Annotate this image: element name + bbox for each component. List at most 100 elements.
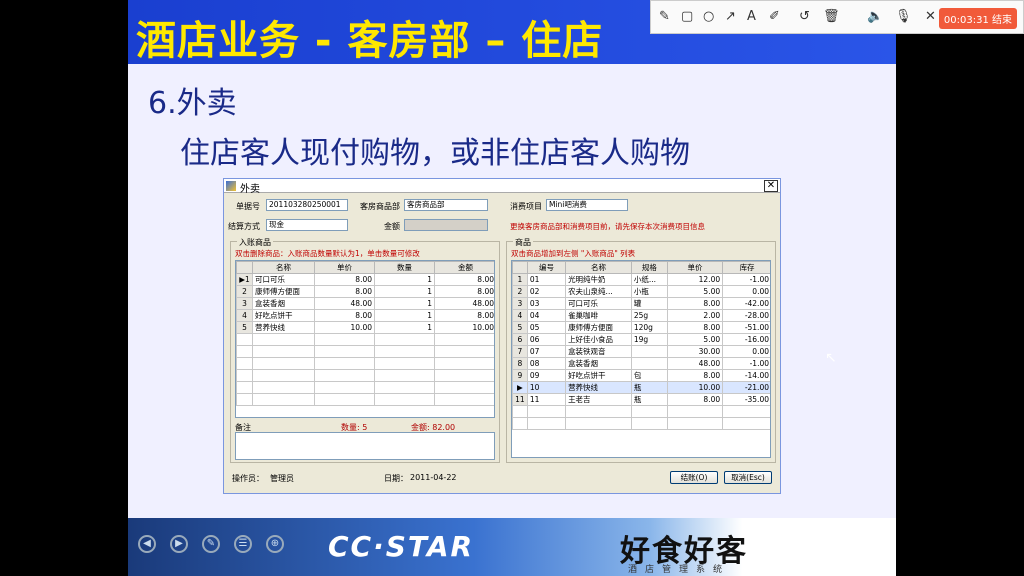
circle-icon[interactable]: ○ xyxy=(703,9,714,24)
remark-field[interactable] xyxy=(235,432,495,460)
dept-field[interactable]: 客房商品部 xyxy=(404,199,488,211)
table-row[interactable]: 3 盒装香烟 48.00 1 48.00 xyxy=(236,297,494,310)
highlighter-icon[interactable]: ✐ xyxy=(769,9,780,24)
cell-name: 营养快线 xyxy=(565,381,632,394)
empty-cell xyxy=(374,345,435,358)
table-row[interactable]: 7 07 盒装铁观音 30.00 0.00 xyxy=(512,345,770,358)
empty-row xyxy=(512,405,770,418)
table-row[interactable]: 2 康师傅方便面 8.00 1 8.00 xyxy=(236,285,494,298)
checkout-button[interactable]: 结账(O) xyxy=(670,471,718,484)
recording-timer[interactable]: 00:03:31 结束 xyxy=(938,8,1017,29)
window-titlebar: 外卖 ✕ xyxy=(224,179,780,195)
cell-stock: -35.00 xyxy=(722,393,770,406)
table-row[interactable]: 8 08 盒装香烟 48.00 -1.00 xyxy=(512,357,770,370)
empty-cell xyxy=(565,417,632,430)
cell-price: 5.00 xyxy=(666,333,724,346)
table-row[interactable]: ▶ 10 营养快线瓶 10.00 -21.00 xyxy=(512,381,770,394)
empty-cell xyxy=(374,333,435,346)
column-header[interactable]: 金额 xyxy=(434,261,494,274)
close-icon[interactable]: ✕ xyxy=(925,9,936,24)
cc-star-logo: CC·STAR xyxy=(328,530,475,563)
slide-title: 酒店业务 - 客房部 – 住店 xyxy=(136,18,604,64)
empty-cell xyxy=(434,393,494,406)
cell-code: 02 xyxy=(526,285,567,298)
table-row[interactable]: 5 营养快线 10.00 1 10.00 xyxy=(236,321,494,334)
column-header[interactable] xyxy=(236,261,253,274)
cell-spec xyxy=(630,357,668,370)
pen-icon[interactable]: ✎ xyxy=(659,9,670,24)
next-slide-icon[interactable]: ▶ xyxy=(170,535,188,553)
table-row[interactable]: 2 02 农夫山泉纯... 小瓶 5.00 0.00 xyxy=(512,285,770,298)
empty-cell xyxy=(512,405,528,418)
cell-price: 48.00 xyxy=(666,357,724,370)
amount-field xyxy=(404,219,488,231)
cell-amount: 48.00 xyxy=(434,297,494,310)
empty-cell xyxy=(236,333,253,346)
prev-slide-icon[interactable]: ◀ xyxy=(138,535,156,553)
column-header[interactable]: 规格 xyxy=(630,261,668,274)
rectangle-icon[interactable]: ▢ xyxy=(681,9,693,24)
column-header[interactable]: 库存 xyxy=(722,261,770,274)
empty-cell xyxy=(236,345,253,358)
operator-label: 操作员： xyxy=(232,474,264,483)
column-header[interactable] xyxy=(512,261,528,274)
column-header[interactable]: 编号 xyxy=(526,261,567,274)
cell-name: 雀巢咖啡 xyxy=(565,309,632,322)
table-row[interactable]: 3 03 可口可乐罐 8.00 -42.00 xyxy=(512,297,770,310)
cell-code: 08 xyxy=(526,357,567,370)
cell-amount: 8.00 xyxy=(434,285,494,298)
microphone-icon[interactable]: 🎙 xyxy=(895,9,912,24)
table-row[interactable]: 6 06 上好佳小食品 19g 5.00 -16.00 xyxy=(512,333,770,346)
menu-icon[interactable]: ☰ xyxy=(234,535,252,553)
cell-idx: 1 xyxy=(512,273,528,286)
empty-cell xyxy=(314,333,375,346)
arrow-icon[interactable]: ↗ xyxy=(725,9,736,24)
empty-cell xyxy=(252,345,315,358)
cell-name: 可口可乐 xyxy=(252,273,315,286)
posted-items-grid[interactable]: 名称 单价 数量 金额 ▶1 可口可乐 8.00 1 8.00 2 康师傅方便面 8.00 1 8.00… xyxy=(235,260,495,418)
column-header[interactable]: 名称 xyxy=(565,261,632,274)
table-row[interactable]: 5 05 康师傅方便面 120g 8.00 -51.00 xyxy=(512,321,770,334)
speaker-icon[interactable]: 🔈 xyxy=(867,9,883,24)
consume-field[interactable]: Mini吧消费 xyxy=(546,199,628,211)
column-header[interactable]: 单价 xyxy=(314,261,375,274)
takeaway-window: 外卖 ✕ 单据号 201103280250001 客房商品部 客房商品部 消费项… xyxy=(223,178,781,494)
empty-cell xyxy=(314,393,375,406)
products-grid[interactable]: 编号 名称 规格 单价 库存 1 01 光明纯牛奶 小纸... 12.00 -1.00 2 02 农夫山… xyxy=(511,260,771,458)
table-row[interactable]: ▶1 可口可乐 8.00 1 8.00 xyxy=(236,273,494,286)
cell-amount: 10.00 xyxy=(434,321,494,334)
column-header[interactable]: 数量 xyxy=(374,261,435,274)
zoom-icon[interactable]: ⊕ xyxy=(266,535,284,553)
recorder-toolbar: ✎ ▢ ○ ↗ A ✐ ↺ 🗑 🔈 🎙 ✕ 00:03:31 结束 xyxy=(650,0,1024,34)
empty-cell xyxy=(236,357,253,370)
cell-name: 康师傅方便面 xyxy=(565,321,632,334)
table-row[interactable]: 1 01 光明纯牛奶 小纸... 12.00 -1.00 xyxy=(512,273,770,286)
text-icon[interactable]: A xyxy=(747,9,756,24)
close-button[interactable]: ✕ xyxy=(764,180,778,192)
undo-icon[interactable]: ↺ xyxy=(799,9,810,24)
column-header[interactable]: 名称 xyxy=(252,261,315,274)
cell-name: 盒装铁观音 xyxy=(565,345,632,358)
column-header[interactable]: 单价 xyxy=(666,261,724,274)
cell-name: 上好佳小食品 xyxy=(565,333,632,346)
date-value: 2011-04-22 xyxy=(410,473,457,482)
cancel-button[interactable]: 取消(Esc) xyxy=(724,471,772,484)
products-title: 商品 xyxy=(513,237,533,248)
cell-idx: 5 xyxy=(512,321,528,334)
pen-icon[interactable]: ✎ xyxy=(202,535,220,553)
cell-qty: 1 xyxy=(374,321,435,334)
cell-stock: -14.00 xyxy=(722,369,770,382)
payment-field[interactable]: 现金 xyxy=(266,219,348,231)
cell-idx: 7 xyxy=(512,345,528,358)
empty-row xyxy=(236,369,494,382)
empty-cell xyxy=(434,345,494,358)
table-row[interactable]: 11 11 王老吉瓶 8.00 -35.00 xyxy=(512,393,770,406)
cell-code: 07 xyxy=(526,345,567,358)
date-label: 日期： xyxy=(384,474,408,483)
order-no-field[interactable]: 201103280250001 xyxy=(266,199,348,211)
cell-code: 06 xyxy=(526,333,567,346)
table-row[interactable]: 9 09 好吃点饼干包 8.00 -14.00 xyxy=(512,369,770,382)
table-row[interactable]: 4 04 雀巢咖啡 25g 2.00 -28.00 xyxy=(512,309,770,322)
trash-icon[interactable]: 🗑 xyxy=(823,9,840,24)
table-row[interactable]: 4 好吃点饼干 8.00 1 8.00 xyxy=(236,309,494,322)
